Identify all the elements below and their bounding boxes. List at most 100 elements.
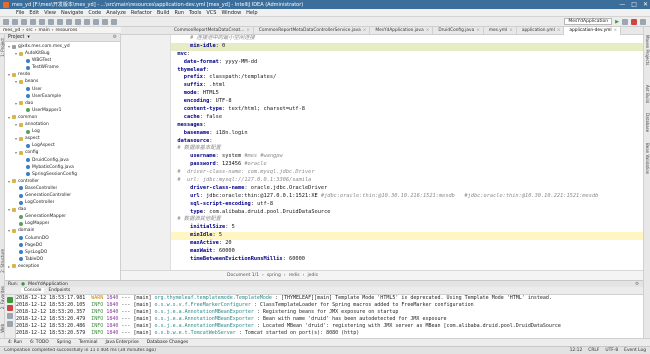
editor-tab[interactable]: DruidConfig.java × bbox=[433, 27, 484, 35]
tree-item[interactable]: ▾ domain bbox=[5, 227, 120, 234]
editor-tab[interactable]: application-dev.yml × bbox=[564, 27, 622, 35]
code-line[interactable]: 50 type: com.alibaba.druid.pool.DruidDat… bbox=[171, 209, 643, 217]
editor-tab[interactable]: CommonReportMetaDataCreat... × bbox=[169, 27, 254, 35]
code-line[interactable]: 44 password: 123456 #oracle bbox=[171, 161, 643, 169]
tree-item[interactable]: GenerationController bbox=[5, 192, 120, 199]
tree-item[interactable]: ▾ common bbox=[5, 114, 120, 121]
tree-item[interactable]: Log bbox=[5, 128, 120, 135]
cut-icon[interactable] bbox=[48, 18, 54, 25]
bean-validation-tab[interactable]: Bean Validation bbox=[645, 143, 650, 174]
run-configuration-select[interactable]: MesYdApplication bbox=[564, 18, 613, 25]
breadcrumb-item[interactable]: redis bbox=[289, 273, 300, 278]
code-line[interactable]: 33 prefix: classpath:/templates/ bbox=[171, 74, 643, 82]
code-line[interactable]: 43 username: system #mes #wangpw bbox=[171, 153, 643, 161]
menu-item-edit[interactable]: Edit bbox=[29, 10, 39, 16]
close-tab-icon[interactable]: × bbox=[557, 27, 561, 35]
tree-item[interactable]: DruidConfig.java bbox=[5, 157, 120, 164]
breadcrumb-item[interactable]: Document 1/1 bbox=[227, 273, 259, 278]
menu-item-window[interactable]: Window bbox=[221, 10, 241, 16]
endpoints-tab[interactable]: Endpoints bbox=[48, 288, 70, 293]
tree-item[interactable]: UserExample bbox=[5, 93, 120, 100]
code-line[interactable]: 49 sql-script-encoding: utf-8 bbox=[171, 201, 643, 209]
database-tab[interactable]: Database bbox=[645, 113, 650, 132]
paste-icon[interactable] bbox=[66, 18, 72, 25]
maximize-button[interactable]: □ bbox=[631, 1, 637, 8]
code-editor[interactable]: # 连接池中的最小空闲连接29 min-idle: 030 mvc:31 dat… bbox=[171, 35, 643, 270]
code-line[interactable]: 34 suffix: .html bbox=[171, 82, 643, 90]
tree-item[interactable]: ▾ resdo bbox=[5, 71, 120, 78]
pin-icon[interactable] bbox=[7, 321, 13, 327]
tree-item[interactable]: WBGTest bbox=[5, 57, 120, 64]
tree-item[interactable]: LogMapper bbox=[5, 220, 120, 227]
tree-item[interactable]: User bbox=[5, 86, 120, 93]
file-encoding[interactable]: UTF-8 bbox=[605, 348, 618, 353]
editor-tab[interactable]: CommonReportMetaDataControllerService.ja… bbox=[254, 27, 371, 35]
tree-item[interactable]: ▾ dao bbox=[5, 206, 120, 213]
tree-item[interactable]: GenerationMapper bbox=[5, 213, 120, 220]
back-icon[interactable] bbox=[93, 18, 99, 25]
tree-item[interactable]: LogController bbox=[5, 199, 120, 206]
close-tab-icon[interactable]: × bbox=[426, 27, 430, 35]
menu-item-analyze[interactable]: Analyze bbox=[106, 10, 126, 16]
menu-item-help[interactable]: Help bbox=[246, 10, 257, 16]
project-title[interactable]: Project bbox=[8, 35, 24, 40]
code-line[interactable]: 52 initialSize: 5 bbox=[171, 224, 643, 232]
tree-item[interactable]: ▾ controller bbox=[5, 178, 120, 185]
tree-item[interactable]: PageDO bbox=[5, 242, 120, 249]
editor-tab[interactable]: MesYdApplication.java × bbox=[370, 27, 434, 35]
nav-crumb[interactable]: mes_yd bbox=[3, 28, 20, 33]
code-line[interactable]: 42 # 数据库基本配置 bbox=[171, 145, 643, 153]
nav-crumb[interactable]: src bbox=[26, 28, 33, 33]
find-icon[interactable] bbox=[75, 18, 81, 25]
code-line[interactable]: 38 cache: false bbox=[171, 114, 643, 122]
tree-item[interactable]: ▸ exception bbox=[5, 263, 120, 270]
close-tab-icon[interactable]: × bbox=[476, 27, 480, 35]
code-line[interactable]: 53 minIdle: 5 bbox=[171, 232, 643, 241]
code-line[interactable]: 35 mode: HTML5 bbox=[171, 90, 643, 98]
caret-position[interactable]: 12:12 bbox=[570, 348, 583, 353]
refresh-icon[interactable] bbox=[21, 18, 27, 25]
console-tab[interactable]: Console bbox=[21, 288, 45, 293]
code-line[interactable]: 46 # url: jdbc:mysql://127.0.0.1:3306/sa… bbox=[171, 177, 643, 185]
code-line[interactable]: 48 url: jdbc:oracle:thin:@127.0.0.1:1521… bbox=[171, 193, 643, 201]
build-icon[interactable] bbox=[111, 18, 117, 25]
open-folder-icon[interactable] bbox=[3, 18, 9, 25]
settings-gear-icon[interactable]: ⚙ bbox=[635, 282, 639, 287]
code-line[interactable]: # 连接池中的最小空闲连接 bbox=[171, 35, 643, 43]
bottom-tool-tab[interactable]: 6: TODO bbox=[30, 340, 49, 345]
close-tab-icon[interactable]: × bbox=[509, 27, 513, 35]
menu-item-code[interactable]: Code bbox=[88, 10, 101, 16]
redo-icon[interactable] bbox=[39, 18, 45, 25]
code-line[interactable]: 30 mvc: bbox=[171, 51, 643, 59]
tree-item[interactable]: ▾ gjxdx.mes.com.mes_yd bbox=[5, 43, 120, 50]
tree-item[interactable]: ▾ config bbox=[5, 149, 120, 156]
code-line[interactable]: 31 date-format: yyyy-MM-dd bbox=[171, 59, 643, 67]
tree-item[interactable]: LogAspect bbox=[5, 142, 120, 149]
tree-item[interactable]: ▾ aspect bbox=[5, 135, 120, 142]
nav-crumb[interactable]: main bbox=[38, 28, 49, 33]
code-line[interactable]: 45 # driver-class-name: com.mysql.jdbc.D… bbox=[171, 169, 643, 177]
maven-projects-tab[interactable]: Maven Projects bbox=[645, 35, 650, 65]
tree-item[interactable]: ▾ dao bbox=[5, 100, 120, 107]
tree-item[interactable]: ColumnDO bbox=[5, 235, 120, 242]
menu-item-run[interactable]: Run bbox=[174, 10, 184, 16]
line-separator[interactable]: CRLF bbox=[588, 348, 599, 353]
menu-item-vcs[interactable]: VCS bbox=[206, 10, 216, 16]
tree-item[interactable]: ▾ beans bbox=[5, 78, 120, 85]
replace-icon[interactable] bbox=[84, 18, 90, 25]
code-line[interactable]: 39 messages: bbox=[171, 122, 643, 130]
bottom-tool-tab[interactable]: 4: Run bbox=[8, 340, 22, 345]
chevron-down-icon[interactable]: ▾ bbox=[27, 35, 29, 40]
tree-item[interactable]: ▾ AutoKitBug bbox=[5, 50, 120, 57]
bottom-tool-tab[interactable]: Java Enterprise bbox=[105, 340, 138, 345]
minimize-button[interactable]: — bbox=[619, 1, 625, 8]
breadcrumb-item[interactable]: spring bbox=[267, 273, 281, 278]
bottom-tool-tab[interactable]: Database Changes bbox=[147, 340, 188, 345]
code-line[interactable]: 32 thymeleaf: bbox=[171, 67, 643, 75]
bottom-tool-tab[interactable]: Terminal bbox=[79, 340, 98, 345]
bottom-tool-tab[interactable]: Spring bbox=[57, 340, 71, 345]
tree-item[interactable]: ▾ annotation bbox=[5, 121, 120, 128]
close-button[interactable]: ✕ bbox=[643, 1, 648, 8]
event-log-button[interactable]: Event Log bbox=[624, 348, 646, 353]
close-tab-icon[interactable]: × bbox=[246, 27, 250, 35]
